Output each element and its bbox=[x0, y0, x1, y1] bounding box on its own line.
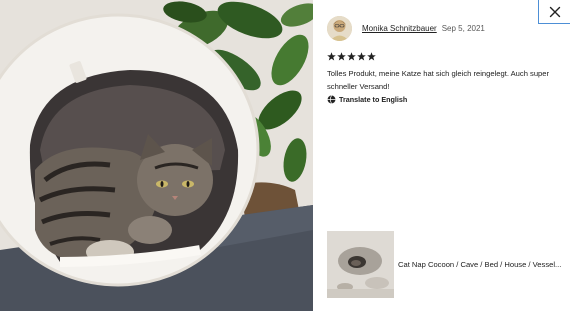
review-date: Sep 5, 2021 bbox=[441, 24, 485, 33]
star-icon bbox=[357, 52, 366, 61]
reviewer-name-link[interactable]: Monika Schnitzbauer bbox=[362, 24, 437, 33]
purchased-item-link[interactable]: Cat Nap Cocoon / Cave / Bed / House / Ve… bbox=[327, 231, 568, 298]
close-button[interactable] bbox=[538, 0, 570, 24]
cat-in-cave-photo bbox=[0, 0, 313, 311]
star-icon bbox=[347, 52, 356, 61]
star-icon bbox=[337, 52, 346, 61]
product-title: Cat Nap Cocoon / Cave / Bed / House / Ve… bbox=[398, 260, 562, 269]
avatar[interactable] bbox=[327, 16, 352, 41]
review-text: Tolles Produkt, meine Katze hat sich gle… bbox=[327, 69, 550, 91]
review-photo bbox=[0, 0, 313, 311]
star-icon bbox=[367, 52, 376, 61]
avatar-image bbox=[327, 16, 352, 41]
reviewer-row: Monika Schnitzbauer Sep 5, 2021 bbox=[327, 16, 485, 41]
translate-button[interactable]: Translate to English bbox=[327, 95, 407, 104]
product-thumbnail[interactable] bbox=[327, 231, 394, 298]
product-thumbnail-image bbox=[327, 231, 394, 298]
star-rating bbox=[327, 52, 376, 61]
star-icon bbox=[327, 52, 336, 61]
globe-translate-icon bbox=[327, 95, 336, 104]
translate-label: Translate to English bbox=[339, 95, 408, 104]
close-icon bbox=[549, 6, 560, 17]
review-panel: Monika Schnitzbauer Sep 5, 2021 Tolles P… bbox=[313, 0, 570, 311]
